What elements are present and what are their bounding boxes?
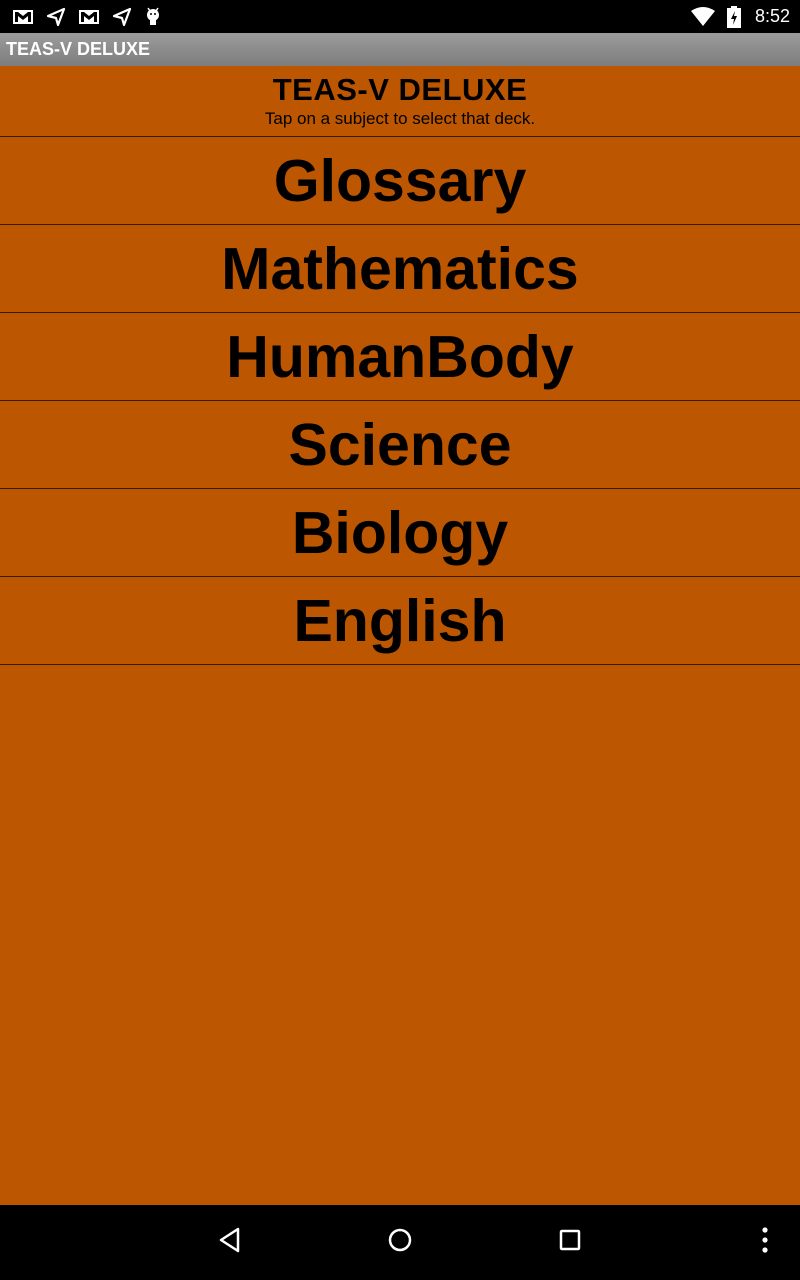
gmail-icon <box>12 8 34 26</box>
gmail-icon <box>78 8 100 26</box>
recents-button[interactable] <box>535 1205 605 1280</box>
system-icons: 8:52 <box>690 5 790 28</box>
deck-item-science[interactable]: Science <box>0 401 800 489</box>
deck-item-english[interactable]: English <box>0 577 800 665</box>
deck-item-biology[interactable]: Biology <box>0 489 800 577</box>
battery-charging-icon <box>726 5 741 28</box>
deck-item-mathematics[interactable]: Mathematics <box>0 225 800 313</box>
back-icon <box>216 1226 244 1259</box>
deck-header: TEAS-V DELUXE Tap on a subject to select… <box>0 66 800 137</box>
main-content: TEAS-V DELUXE Tap on a subject to select… <box>0 66 800 1205</box>
overflow-menu-icon <box>761 1226 769 1259</box>
app-title: TEAS-V DELUXE <box>6 39 151 59</box>
navigation-bar <box>0 1205 800 1280</box>
deck-item-humanbody[interactable]: HumanBody <box>0 313 800 401</box>
send-icon <box>112 7 132 27</box>
page-title: TEAS-V DELUXE <box>272 72 528 107</box>
status-bar: 8:52 <box>0 0 800 33</box>
page-subtitle: Tap on a subject to select that deck. <box>264 109 536 128</box>
deck-item-glossary[interactable]: Glossary <box>0 137 800 225</box>
send-icon <box>46 7 66 27</box>
app-title-bar: TEAS-V DELUXE <box>0 33 800 66</box>
recents-icon <box>557 1227 583 1258</box>
notification-icons <box>12 7 162 27</box>
clock: 8:52 <box>754 6 790 26</box>
back-button[interactable] <box>195 1205 265 1280</box>
home-button[interactable] <box>365 1205 435 1280</box>
home-icon <box>386 1226 414 1259</box>
android-icon <box>144 7 162 27</box>
overflow-menu-button[interactable] <box>745 1205 785 1280</box>
wifi-icon <box>690 6 715 27</box>
deck-list: Glossary Mathematics HumanBody Science B… <box>0 137 800 665</box>
